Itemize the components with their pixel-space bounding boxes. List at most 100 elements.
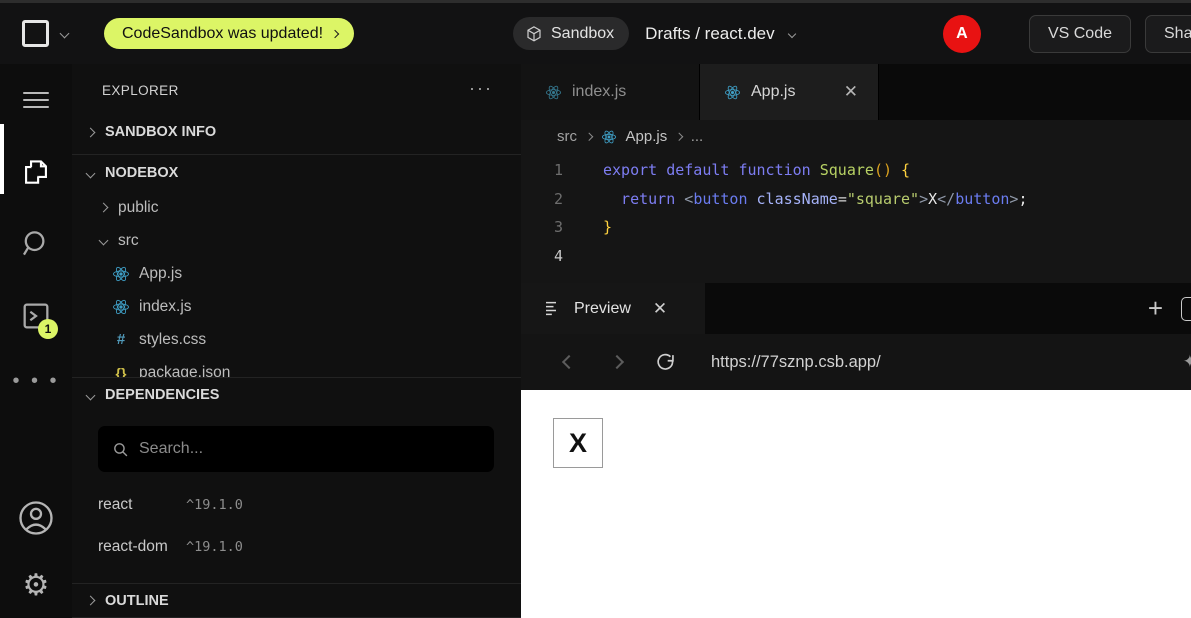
preview-url[interactable]: https://77sznp.csb.app/	[711, 353, 881, 372]
section-dependencies[interactable]: DEPENDENCIES	[72, 378, 521, 412]
close-icon[interactable]: ✕	[653, 299, 667, 319]
forward-button[interactable]	[593, 357, 641, 367]
dependency-version: ^19.1.0	[186, 539, 243, 555]
terminal-view-button[interactable]: 1	[0, 280, 72, 352]
breadcrumb-more[interactable]: ...	[691, 128, 704, 145]
tree-item-label: public	[118, 199, 159, 217]
chevron-down-icon	[86, 168, 96, 178]
sandbox-badge-label: Sandbox	[551, 25, 614, 43]
chevron-right-icon	[331, 29, 339, 37]
react-icon	[112, 298, 130, 316]
tab-app-js[interactable]: App.js ✕	[700, 64, 879, 120]
line-number: 3	[521, 218, 563, 236]
preview-tab-label: Preview	[574, 300, 631, 318]
sparkle-icon[interactable]: ✦	[1183, 352, 1191, 372]
editor-area: index.js App.js ✕ src	[521, 64, 1191, 618]
hamburger-icon	[23, 87, 49, 112]
code-line: 3 }	[521, 213, 1191, 242]
preview-tab-bar: Preview ✕ +	[521, 283, 1191, 334]
add-preview-button[interactable]: +	[1148, 293, 1163, 324]
search-icon	[112, 441, 129, 458]
refresh-icon	[655, 352, 676, 373]
tree-item-label: package.json	[139, 364, 230, 378]
section-label: OUTLINE	[105, 593, 169, 609]
tree-clip: {} package.json	[72, 356, 521, 377]
update-banner[interactable]: CodeSandbox was updated!	[104, 18, 354, 49]
section-label: NODEBOX	[105, 165, 178, 181]
chevron-down-icon[interactable]	[60, 29, 70, 39]
section-label: DEPENDENCIES	[105, 387, 219, 403]
settings-button[interactable]: ⚙	[0, 554, 72, 618]
avatar[interactable]: A	[943, 15, 981, 53]
project-breadcrumb[interactable]: Drafts / react.dev	[645, 24, 774, 44]
dependency-row[interactable]: react ^19.1.0	[72, 496, 521, 514]
explorer-sidebar: EXPLORER ··· SANDBOX INFO NODEBOX public…	[72, 64, 521, 618]
tree-item-index-js[interactable]: index.js	[72, 290, 521, 323]
search-icon	[19, 227, 53, 261]
share-button[interactable]: Share	[1145, 15, 1191, 53]
dependency-version: ^19.1.0	[186, 497, 243, 513]
section-label: SANDBOX INFO	[105, 124, 216, 140]
activity-bar: 1 • • • ⚙	[0, 64, 72, 618]
code-line: 2 return <button className="square">X</b…	[521, 185, 1191, 214]
refresh-button[interactable]	[641, 352, 689, 373]
dependency-search[interactable]	[98, 426, 494, 472]
chevron-down-icon	[86, 390, 96, 400]
section-sandbox-info[interactable]: SANDBOX INFO	[72, 110, 521, 154]
line-number: 1	[521, 161, 563, 179]
sandbox-badge[interactable]: Sandbox	[513, 17, 629, 50]
tree-item-src[interactable]: src	[72, 224, 521, 257]
dependency-search-input[interactable]	[139, 440, 480, 458]
vscode-button-label: VS Code	[1048, 25, 1112, 43]
tree-item-styles-css[interactable]: # styles.css	[72, 323, 521, 356]
dependency-row[interactable]: react-dom ^19.1.0	[72, 538, 521, 556]
back-button[interactable]	[545, 357, 593, 367]
tree-item-label: src	[118, 232, 139, 250]
css-icon: #	[112, 331, 130, 349]
code-line: 4	[521, 242, 1191, 271]
layout-icon[interactable]	[1181, 297, 1191, 321]
breadcrumb: src App.js ...	[521, 120, 1191, 153]
breadcrumb-folder[interactable]: src	[557, 128, 577, 145]
tab-label: index.js	[572, 83, 626, 101]
tree-item-label: App.js	[139, 265, 182, 283]
search-view-button[interactable]	[0, 208, 72, 280]
preview-frame: X	[521, 390, 1191, 618]
react-icon	[601, 129, 617, 145]
tab-label: App.js	[751, 83, 795, 101]
section-outline[interactable]: OUTLINE	[72, 584, 521, 617]
chevron-right-icon	[99, 203, 109, 213]
chevron-down-icon	[99, 236, 109, 246]
terminal-badge: 1	[38, 319, 58, 339]
explorer-title: EXPLORER	[102, 77, 469, 98]
chevron-down-icon[interactable]	[787, 29, 795, 37]
chevron-right-icon	[86, 596, 96, 606]
tree-item-package-json[interactable]: {} package.json	[72, 356, 521, 377]
tree-item-app-js[interactable]: App.js	[72, 257, 521, 290]
explorer-view-button[interactable]	[0, 136, 72, 208]
tree-item-public[interactable]: public	[72, 191, 521, 224]
code-line: 1 export default function Square() {	[521, 156, 1191, 185]
close-icon[interactable]: ✕	[838, 82, 864, 102]
files-icon	[19, 155, 53, 189]
more-views-button[interactable]: • • •	[0, 352, 72, 410]
log-lines-icon	[545, 301, 562, 316]
explorer-more-button[interactable]: ···	[469, 76, 493, 99]
react-icon	[112, 265, 130, 283]
account-button[interactable]	[0, 482, 72, 554]
tab-index-js[interactable]: index.js	[521, 64, 700, 120]
menu-button[interactable]	[0, 64, 72, 136]
vscode-button[interactable]: VS Code	[1029, 15, 1131, 53]
window-logo-icon[interactable]	[22, 20, 49, 47]
breadcrumb-file[interactable]: App.js	[626, 128, 668, 145]
line-number: 4	[521, 247, 563, 265]
top-bar: CodeSandbox was updated! Sandbox Drafts …	[0, 0, 1191, 64]
square-button[interactable]: X	[553, 418, 603, 468]
chevron-right-icon	[86, 127, 96, 137]
gear-icon: ⚙	[23, 571, 50, 601]
code-editor[interactable]: 1 export default function Square() { 2 r…	[521, 153, 1191, 283]
chevron-right-icon	[675, 133, 683, 141]
preview-tab[interactable]: Preview ✕	[521, 283, 705, 334]
section-nodebox[interactable]: NODEBOX	[72, 155, 521, 191]
preview-url-bar: https://77sznp.csb.app/ ✦	[521, 334, 1191, 390]
